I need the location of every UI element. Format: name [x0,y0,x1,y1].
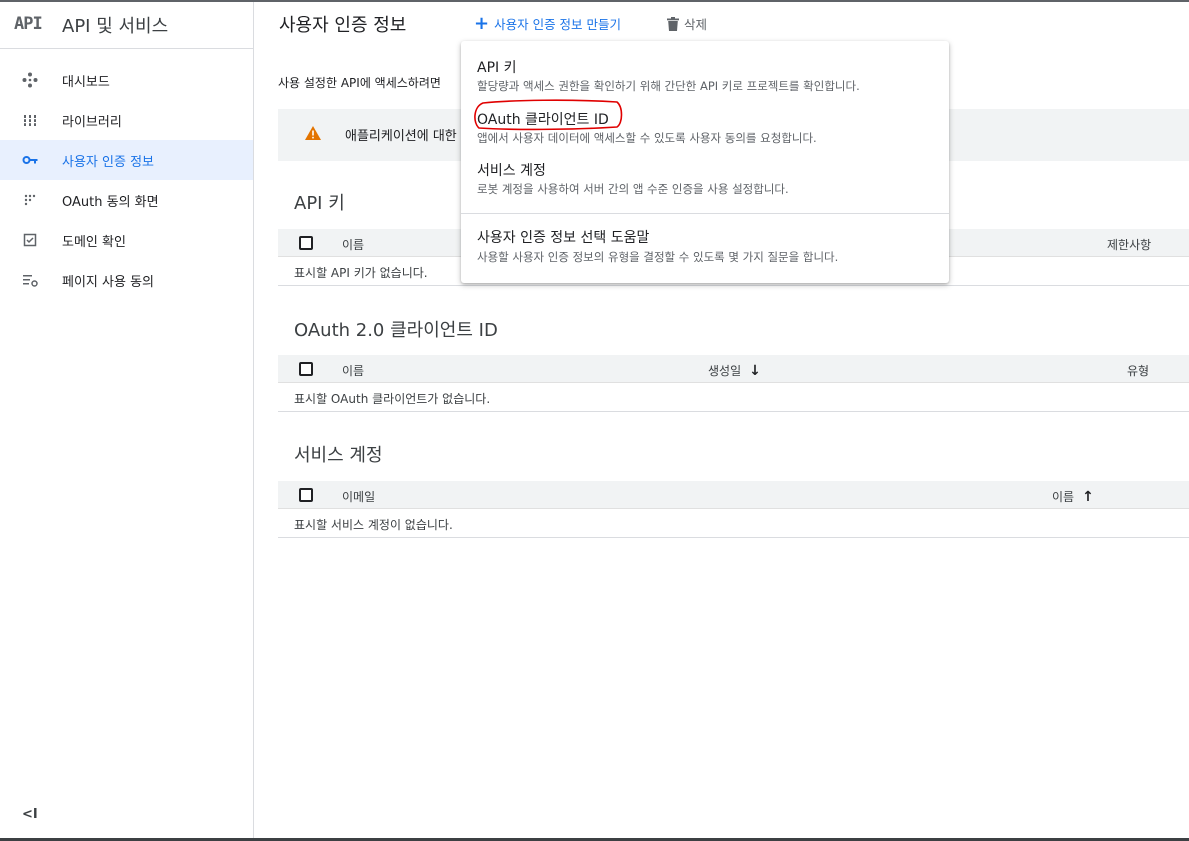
brand-header: API API 및 서비스 [0,2,253,49]
empty-message: 표시할 OAuth 클라이언트가 없습니다. [294,392,491,406]
sidebar: API API 및 서비스 대시보드 라이브러리 사용자 인증 정보 OAuth… [0,2,254,838]
page-usage-icon [22,272,38,288]
sidebar-item-label: OAuth 동의 화면 [62,194,159,210]
sidebar-item-label: 도메인 확인 [62,234,126,250]
warning-text: 애플리케이션에 대한 [345,129,457,144]
sidebar-item-library[interactable]: 라이브러리 [0,100,253,140]
sidebar-item-label: 대시보드 [62,74,110,90]
create-credentials-label: 사용자 인증 정보 만들기 [494,17,622,32]
table-header: 이메일 이름 ↑ [278,481,1189,509]
create-credentials-button[interactable]: + 사용자 인증 정보 만들기 [474,14,621,33]
column-created[interactable]: 생성일 ↓ [708,362,761,379]
menu-item-service-account[interactable]: 서비스 계정 로봇 계정을 사용하여 서버 간의 앱 수준 인증을 사용 설정합… [461,153,949,203]
menu-item-title: OAuth 클라이언트 ID [477,112,609,128]
intro-text: 사용 설정한 API에 액세스하려면 [278,76,441,90]
column-restrictions[interactable]: 제한사항 [1107,236,1151,253]
api-logo: API [14,14,43,34]
menu-item-description: 로봇 계정을 사용하여 서버 간의 앱 수준 인증을 사용 설정합니다. [477,182,789,196]
menu-item-description: 앱에서 사용자 데이터에 액세스할 수 있도록 사용자 동의를 요청합니다. [477,131,817,145]
menu-item-title: 사용자 인증 정보 선택 도움말 [477,230,650,246]
column-name[interactable]: 이름 [342,236,364,253]
select-all-checkbox[interactable] [299,236,313,250]
consent-screen-icon [22,192,38,208]
service-accounts-title: 서비스 계정 [294,445,383,466]
column-name-label: 이름 [1052,490,1075,504]
menu-item-oauth-client-id[interactable]: OAuth 클라이언트 ID 앱에서 사용자 데이터에 액세스할 수 있도록 사… [461,101,949,151]
sidebar-item-label: 사용자 인증 정보 [62,154,154,170]
library-icon [22,112,38,128]
sidebar-item-oauth-consent[interactable]: OAuth 동의 화면 [0,180,253,220]
empty-row: 표시할 OAuth 클라이언트가 없습니다. [278,383,1189,412]
sort-up-icon: ↑ [1082,489,1094,505]
column-type[interactable]: 유형 [1127,362,1149,379]
sidebar-item-page-usage[interactable]: 페이지 사용 동의 [0,260,253,300]
domain-verify-icon [22,232,38,248]
sort-down-icon: ↓ [749,363,761,379]
service-accounts-table: 이메일 이름 ↑ 표시할 서비스 계정이 없습니다. [278,481,1189,538]
oauth-clients-title: OAuth 2.0 클라이언트 ID [294,320,498,341]
sidebar-item-domain-verification[interactable]: 도메인 확인 [0,220,253,260]
sidebar-item-label: 라이브러리 [62,114,122,130]
delete-button[interactable]: 삭제 [667,14,707,33]
menu-item-title: 서비스 계정 [477,163,546,179]
select-all-checkbox[interactable] [299,362,313,376]
trash-icon [667,16,679,31]
sidebar-nav: 대시보드 라이브러리 사용자 인증 정보 OAuth 동의 화면 도메인 확인 [0,60,253,300]
create-credentials-menu: API 키 할당량과 액세스 권한을 확인하기 위해 간단한 API 키로 프로… [461,41,949,283]
sidebar-item-credentials[interactable]: 사용자 인증 정보 [0,140,253,180]
warning-icon [305,126,321,140]
select-all-checkbox[interactable] [299,488,313,502]
table-header: 이름 생성일 ↓ 유형 [278,355,1189,383]
collapse-sidebar-button[interactable]: <I [22,807,38,822]
key-icon [22,152,38,168]
menu-divider [461,213,949,214]
column-name[interactable]: 이름 [342,362,364,379]
menu-item-help-me-choose[interactable]: 사용자 인증 정보 선택 도움말 사용할 사용자 인증 정보의 유형을 결정할 … [461,221,949,273]
delete-label: 삭제 [684,17,708,32]
sidebar-item-label: 페이지 사용 동의 [62,274,154,290]
sidebar-item-dashboard[interactable]: 대시보드 [0,60,253,100]
column-email[interactable]: 이메일 [342,488,375,505]
menu-item-description: 할당량과 액세스 권한을 확인하기 위해 간단한 API 키로 프로젝트를 확인… [477,79,860,93]
plus-icon: + [474,12,490,34]
empty-row: 표시할 서비스 계정이 없습니다. [278,509,1189,538]
menu-item-title: API 키 [477,60,517,76]
dashboard-icon [22,72,38,88]
empty-message: 표시할 서비스 계정이 없습니다. [294,518,453,532]
oauth-clients-table: 이름 생성일 ↓ 유형 표시할 OAuth 클라이언트가 없습니다. [278,355,1189,412]
menu-item-description: 사용할 사용자 인증 정보의 유형을 결정할 수 있도록 몇 가지 질문을 합니… [477,250,839,264]
api-keys-title: API 키 [294,193,345,214]
product-title: API 및 서비스 [62,16,169,37]
page-title: 사용자 인증 정보 [279,15,407,36]
column-created-label: 생성일 [708,364,742,378]
column-name[interactable]: 이름 ↑ [1052,488,1094,505]
menu-item-api-key[interactable]: API 키 할당량과 액세스 권한을 확인하기 위해 간단한 API 키로 프로… [461,51,949,101]
empty-message: 표시할 API 키가 없습니다. [294,266,428,280]
